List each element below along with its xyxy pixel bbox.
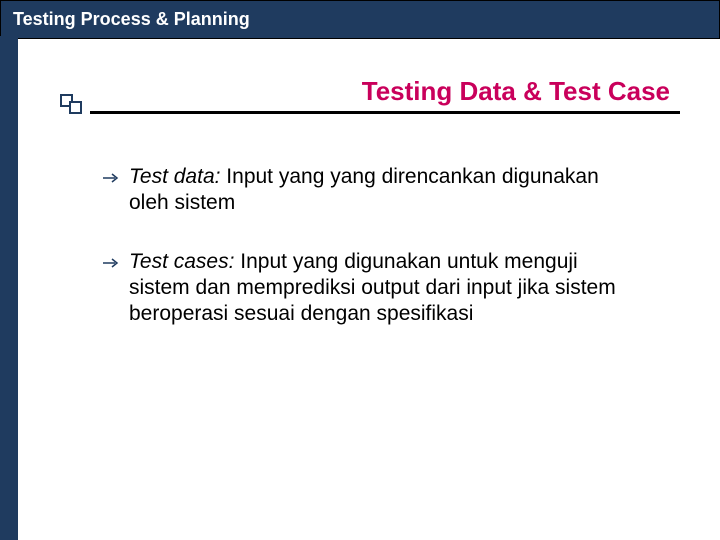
list-item: Test data: Input yang yang direncankan d… (103, 164, 640, 217)
bullet-text: Test data: Input yang yang direncankan d… (129, 164, 640, 217)
slide-header: Testing Process & Planning (0, 0, 720, 39)
arrow-right-icon (103, 170, 125, 217)
title-underline (90, 111, 680, 114)
bullet-list: Test data: Input yang yang direncankan d… (48, 164, 690, 327)
bullet-term: Test data: (129, 165, 220, 188)
arrow-right-icon (103, 255, 125, 328)
header-title: Testing Process & Planning (13, 9, 250, 29)
list-item: Test cases: Input yang digunakan untuk m… (103, 249, 640, 328)
left-rail (0, 36, 18, 540)
section-title-row: Testing Data & Test Case (48, 76, 690, 114)
section-title: Testing Data & Test Case (48, 76, 690, 111)
slide-content: Testing Data & Test Case Test data: Inpu… (18, 36, 720, 540)
squares-icon (60, 94, 90, 118)
bullet-term: Test cases: (129, 250, 234, 273)
bullet-text: Test cases: Input yang digunakan untuk m… (129, 249, 640, 328)
